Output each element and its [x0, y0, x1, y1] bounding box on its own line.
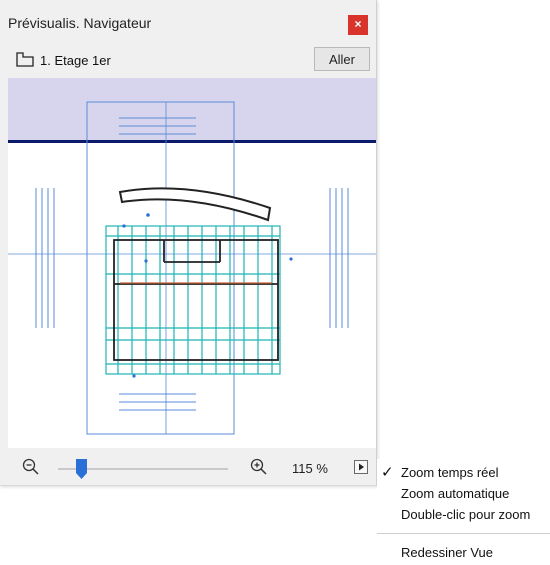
close-button[interactable]: ×: [348, 15, 368, 35]
close-icon: ×: [354, 17, 362, 31]
triangle-right-icon: [359, 463, 364, 471]
zoom-slider-thumb[interactable]: [76, 459, 87, 479]
menu-separator: [377, 533, 550, 534]
options-menu: ✓ Zoom temps réel Zoom automatique Doubl…: [377, 459, 550, 565]
panel-title: Prévisualis. Navigateur: [8, 15, 152, 31]
menu-item-label: Zoom temps réel: [401, 465, 499, 480]
story-label: 1. Etage 1er: [40, 53, 111, 68]
zoom-value: 115 %: [292, 461, 328, 476]
zoom-out-icon[interactable]: [22, 458, 40, 476]
check-icon: ✓: [381, 464, 394, 481]
plan-drawing: [8, 101, 376, 435]
menu-item-zoom-auto[interactable]: Zoom automatique: [401, 486, 509, 501]
menu-item-double-click-zoom[interactable]: Double-clic pour zoom: [401, 507, 530, 522]
title-bar: Prévisualis. Navigateur ×: [0, 0, 376, 44]
menu-item-redraw[interactable]: Redessiner Vue: [401, 545, 493, 560]
menu-item-label: Redessiner Vue: [401, 545, 494, 560]
story-icon: [16, 52, 34, 67]
preview-area[interactable]: [8, 78, 376, 448]
menu-item-label: Double-clic pour zoom: [401, 507, 531, 522]
navigator-preview-panel: Prévisualis. Navigateur × 1. Etage 1er A…: [0, 0, 377, 486]
menu-item-label: Zoom automatique: [401, 486, 510, 501]
options-menu-button[interactable]: [354, 460, 368, 474]
zoom-in-icon[interactable]: [250, 458, 268, 476]
go-button[interactable]: Aller: [314, 47, 370, 71]
menu-item-zoom-realtime[interactable]: ✓ Zoom temps réel: [381, 464, 499, 481]
